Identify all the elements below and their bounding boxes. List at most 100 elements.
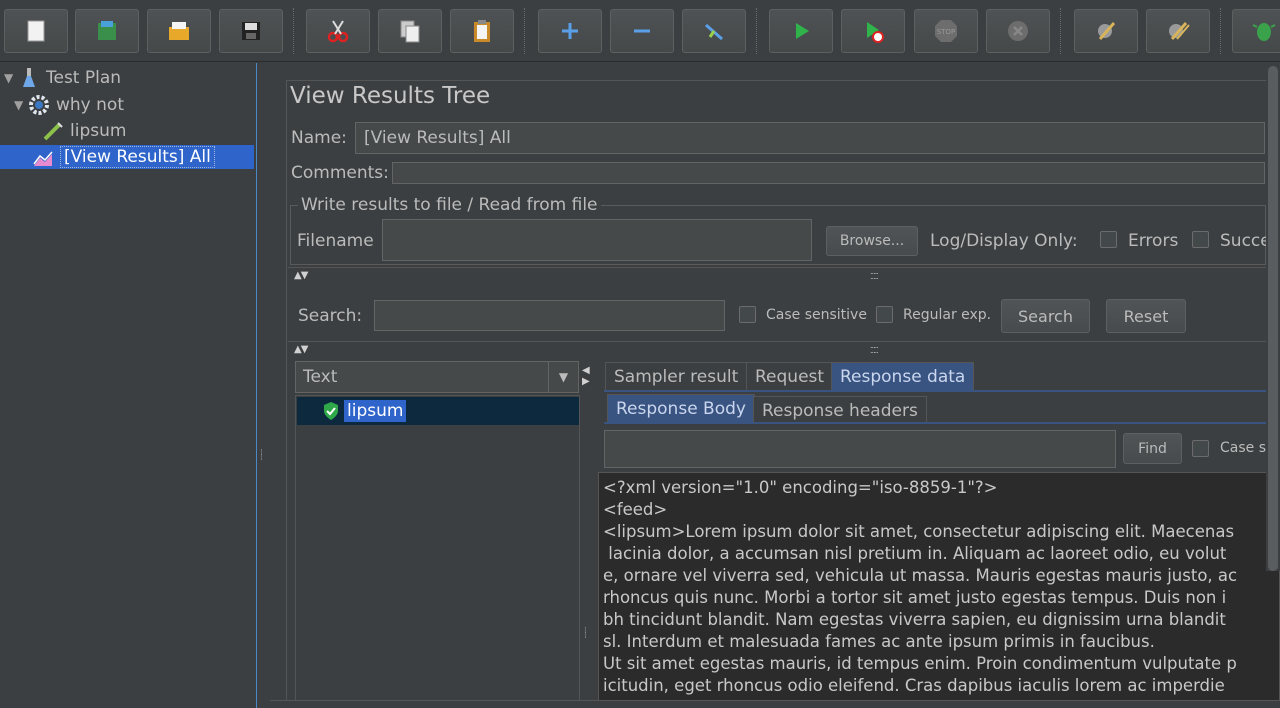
- response-line: icitudin, eget rhoncus odio eleifend. Cr…: [603, 676, 1225, 695]
- filename-label: Filename: [297, 231, 374, 251]
- clear-button[interactable]: [1074, 9, 1138, 53]
- split-arrows-icon[interactable]: ◀ ▶: [582, 365, 590, 387]
- cut-button[interactable]: [306, 9, 370, 53]
- split-arrows-icon[interactable]: ▲▼: [294, 270, 308, 281]
- name-field[interactable]: [View Results] All: [355, 122, 1265, 154]
- split-arrows-icon[interactable]: ▲▼: [294, 344, 308, 355]
- response-line: <?xml version="1.0" encoding="iso-8859-1…: [603, 478, 998, 497]
- comments-label: Comments:: [291, 163, 389, 183]
- stop-button[interactable]: STOP: [914, 9, 978, 53]
- response-line: sl. Interdum et malesuada fames ac ante …: [603, 632, 1155, 651]
- pipette-icon: [42, 120, 64, 142]
- collapse-icon: [634, 29, 650, 33]
- clear-all-icon: [1169, 22, 1190, 40]
- list-item[interactable]: lipsum: [297, 397, 579, 425]
- tab-underline: [604, 422, 1280, 424]
- comments-field[interactable]: [392, 162, 1265, 184]
- svg-text:STOP: STOP: [937, 28, 955, 36]
- success-checkbox[interactable]: [1192, 231, 1209, 248]
- log-display-label: Log/Display Only:: [930, 231, 1078, 251]
- search-input[interactable]: [374, 300, 725, 331]
- chart-icon: [32, 146, 54, 168]
- scroll-thumb[interactable]: [1268, 66, 1278, 571]
- response-body-text[interactable]: <?xml version="1.0" encoding="iso-8859-1…: [598, 472, 1280, 708]
- expand-all-button[interactable]: [538, 9, 602, 53]
- save-button[interactable]: [219, 9, 283, 53]
- find-input[interactable]: [604, 430, 1116, 468]
- copy-button[interactable]: [378, 9, 442, 53]
- regex-checkbox[interactable]: [876, 306, 893, 323]
- paste-button[interactable]: [450, 9, 514, 53]
- case-sensitive-label: Case sensitive: [766, 307, 867, 323]
- grip-icon: ⁚⁚⁚⁚⁚: [870, 346, 879, 355]
- toolbar-separator: [524, 8, 525, 54]
- shutdown-button[interactable]: [986, 9, 1050, 53]
- toggle-icon: [705, 23, 723, 41]
- browse-button[interactable]: Browse...: [826, 226, 918, 256]
- renderer-value: Text: [303, 367, 338, 387]
- expand-arrow-icon[interactable]: ▼: [4, 71, 18, 85]
- test-plan-tree: ▼ Test Plan ▼ why not lipsum [View Resul…: [0, 63, 257, 708]
- errors-checkbox[interactable]: [1100, 231, 1117, 248]
- new-button[interactable]: [4, 9, 68, 53]
- tab-sampler-result[interactable]: Sampler result: [605, 362, 748, 390]
- toolbar-separator: [1220, 8, 1221, 54]
- find-button[interactable]: Find: [1123, 433, 1182, 464]
- results-splitter[interactable]: ◀ ▶ ⁞ ⁞: [580, 361, 598, 708]
- start-no-pauses-button[interactable]: [841, 9, 905, 53]
- tree-item-thread-group[interactable]: ▼ why not: [14, 93, 124, 117]
- stop-icon: STOP: [935, 20, 957, 42]
- tree-splitter[interactable]: ⁞ ⁞: [257, 63, 270, 708]
- templates-icon: [98, 21, 116, 40]
- grip-icon: ⁚⁚⁚⁚⁚: [870, 272, 879, 281]
- gear-icon: [28, 94, 50, 116]
- collapse-all-button[interactable]: [610, 9, 674, 53]
- renderer-select[interactable]: Text ▼: [295, 361, 579, 393]
- shutdown-icon: [1008, 21, 1028, 41]
- open-button[interactable]: [147, 9, 211, 53]
- find-case-checkbox[interactable]: [1192, 440, 1209, 457]
- case-sensitive-checkbox[interactable]: [739, 306, 756, 323]
- tree-item-listener[interactable]: [View Results] All: [0, 145, 254, 169]
- start-no-pauses-icon: [867, 22, 884, 43]
- search-submit-button[interactable]: Search: [1001, 299, 1090, 333]
- horizontal-scrollbar[interactable]: [270, 700, 1280, 708]
- find-case-label: Case s: [1220, 440, 1266, 456]
- tab-response-headers[interactable]: Response headers: [753, 396, 927, 424]
- toggle-button[interactable]: [682, 9, 746, 53]
- split-divider-2[interactable]: ▲▼ ⁚⁚⁚⁚⁚: [288, 341, 1266, 358]
- start-button[interactable]: [769, 9, 833, 53]
- search-label: Search:: [298, 306, 363, 326]
- chevron-down-icon[interactable]: ▼: [548, 362, 578, 392]
- toolbar-separator: [1060, 8, 1061, 54]
- copy-icon: [400, 20, 420, 43]
- start-icon: [796, 23, 809, 39]
- toolbar-separator: [293, 8, 294, 54]
- open-icon: [169, 22, 189, 40]
- tree-item-test-plan[interactable]: ▼ Test Plan: [4, 66, 121, 90]
- clear-icon: [1098, 22, 1116, 40]
- reset-button[interactable]: Reset: [1106, 299, 1186, 333]
- filename-field[interactable]: [382, 219, 812, 261]
- result-label: lipsum: [344, 400, 407, 422]
- vertical-scrollbar[interactable]: [1266, 66, 1280, 571]
- split-divider-1[interactable]: ▲▼ ⁚⁚⁚⁚⁚: [288, 267, 1266, 284]
- success-shield-icon: [322, 401, 340, 421]
- search-button[interactable]: [1232, 9, 1280, 53]
- tab-response-body[interactable]: Response Body: [607, 394, 755, 422]
- expand-arrow-icon[interactable]: ▼: [14, 98, 28, 112]
- templates-button[interactable]: [75, 9, 139, 53]
- response-line: <feed>: [603, 500, 668, 519]
- tab-response-data[interactable]: Response data: [831, 362, 975, 390]
- response-line: e, ornare vel viverra sed, vehicula ut m…: [603, 566, 1238, 585]
- response-line: Ut sit amet egestas mauris, id tempus en…: [603, 654, 1237, 673]
- grip-icon: ⁞ ⁞: [584, 626, 587, 641]
- tree-item-sampler[interactable]: lipsum: [42, 119, 126, 143]
- success-label: Succe: [1220, 231, 1266, 251]
- response-line: rhoncus quis nunc. Morbi a tortor sit am…: [603, 588, 1227, 607]
- clear-all-button[interactable]: [1146, 9, 1210, 53]
- tab-request[interactable]: Request: [746, 362, 834, 390]
- expand-icon: [562, 23, 578, 39]
- toolbar-separator: [756, 8, 757, 54]
- tab-underline: [604, 390, 1280, 392]
